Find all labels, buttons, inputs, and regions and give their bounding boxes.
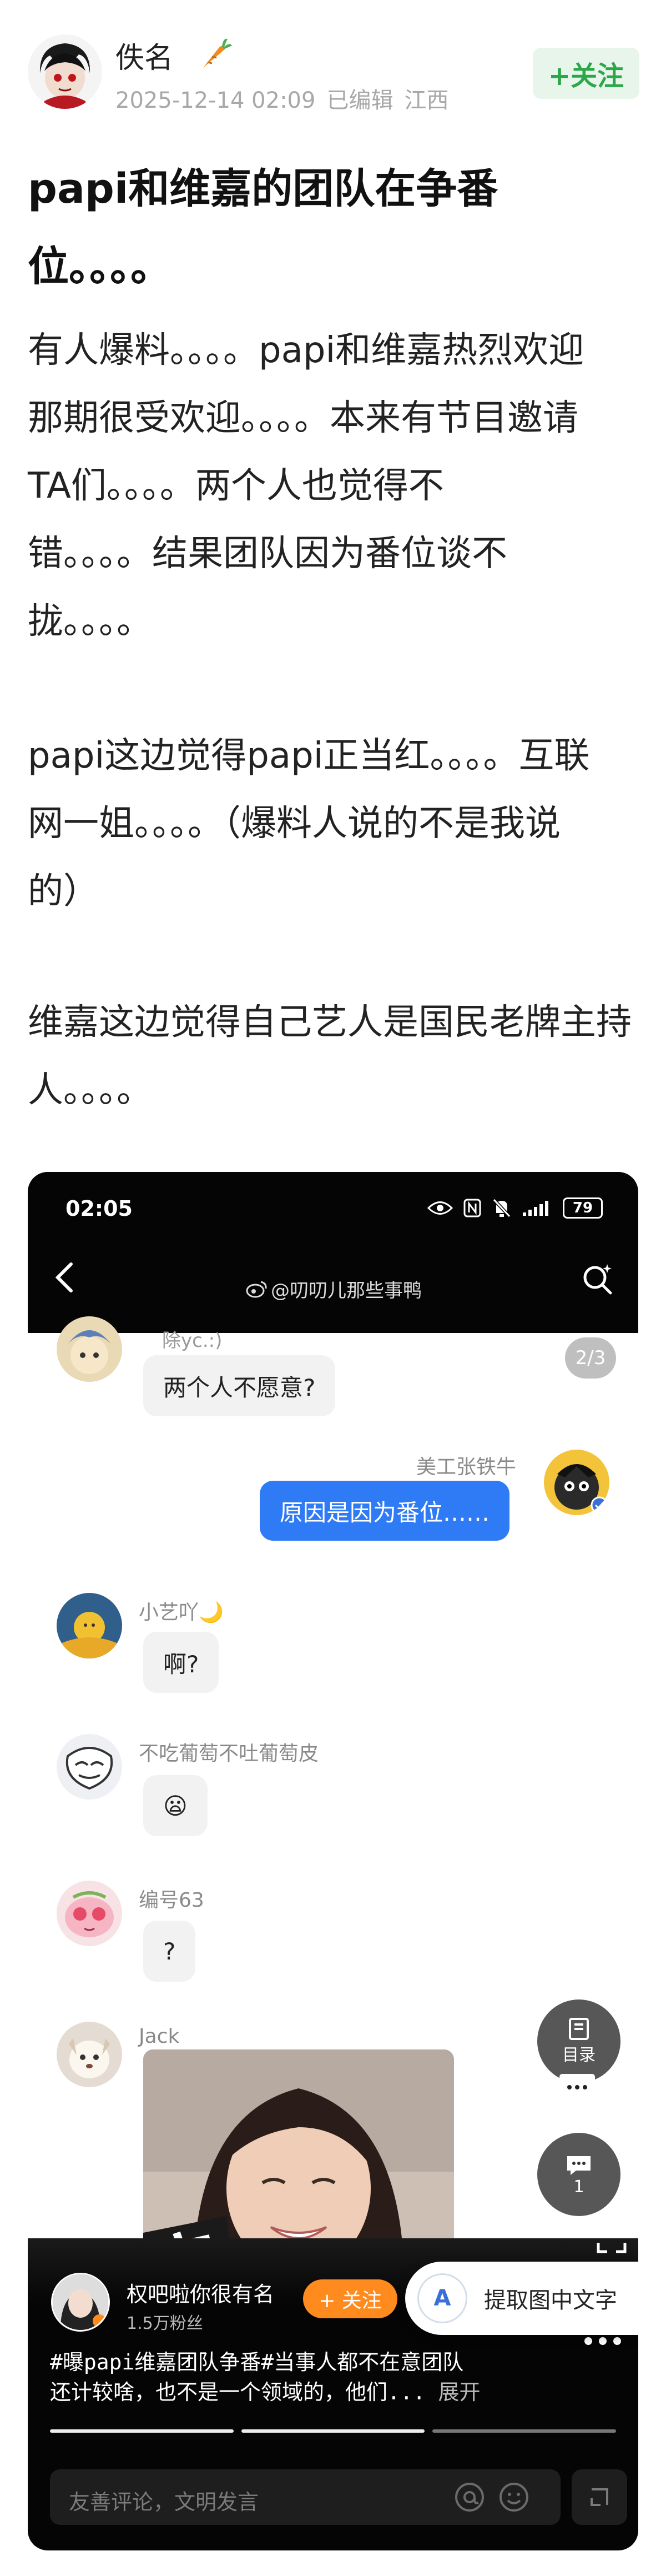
comment-input[interactable]: 友善评论，文明发言 <box>50 2469 561 2525</box>
extract-text-label: 提取图中文字 <box>484 2288 617 2313</box>
status-time: 02:05 <box>65 1196 133 1221</box>
share-button[interactable]: 1 <box>537 2133 620 2216</box>
eye-icon <box>427 1201 453 1215</box>
page-indicator: 2/3 <box>565 1337 616 1379</box>
nfc-icon <box>463 1199 481 1217</box>
caption-line: 还计较啥，也不是一个领域的，他们... <box>50 2380 426 2404</box>
catalog-icon <box>569 2018 589 2040</box>
emoji-icon[interactable] <box>497 2480 531 2514</box>
embed-top-bar: 02:05 79 @叨叨儿那些事鸭 <box>28 1172 638 1333</box>
embedded-screenshot[interactable]: 02:05 79 @叨叨儿那些事鸭 除yc.:) 2/3 两个人不愿意? 美工张… <box>28 1172 638 2550</box>
chat-avatar[interactable] <box>544 1450 609 1515</box>
uploader-follow-button[interactable]: + 关注 <box>303 2279 397 2318</box>
mute-bell-icon <box>492 1198 511 1218</box>
like-count: 227 <box>578 1972 608 1990</box>
chat-avatar[interactable] <box>57 1593 122 1658</box>
caption-line: #曝papi维嘉团队争番#当事人都不在意团队 <box>50 2350 464 2374</box>
author-name[interactable]: 佚名 <box>115 34 173 76</box>
post-title: papi和维嘉的团队在争番 位。。。。 <box>28 150 638 305</box>
body-line: 有人爆料。。。。papi和维嘉热烈欢迎 <box>28 330 584 371</box>
uploader-name[interactable]: 权吧啦你很有名 <box>127 2277 274 2308</box>
chat-bubble: 😦 <box>143 1775 208 1836</box>
watermark-text: @叨叨儿那些事鸭 <box>271 1280 422 1302</box>
signal-icon <box>523 1201 548 1216</box>
progress-segment <box>432 2429 617 2433</box>
cut-off-username: 除yc.:) <box>162 1330 223 1352</box>
body-line: TA们。。。。两个人也觉得不 <box>28 465 444 507</box>
uploader-avatar[interactable] <box>51 2273 110 2332</box>
expand-button[interactable] <box>572 2469 627 2525</box>
like-thumb-icon[interactable] <box>537 1926 587 1971</box>
body-line: 人。。。。 <box>28 1070 152 1111</box>
follow-button[interactable]: +关注 <box>533 48 639 99</box>
comment-count: 338 <box>583 2111 613 2129</box>
chat-avatar[interactable] <box>57 1734 122 1800</box>
message-icon <box>567 2156 591 2175</box>
progress-segment <box>241 2429 425 2433</box>
body-line: 那期很受欢迎。。。。本来有节目邀请 <box>28 398 578 439</box>
catalog-label: 目录 <box>562 2046 596 2065</box>
post-meta: 2025-12-14 02:09 已编辑 江西 <box>115 82 460 114</box>
chat-avatar[interactable] <box>57 2022 122 2087</box>
chat-bubble: ? <box>143 1921 196 1982</box>
video-progress[interactable] <box>50 2429 617 2433</box>
fullscreen-icon[interactable] <box>595 2222 628 2255</box>
back-arrow-icon[interactable] <box>51 1261 79 1294</box>
extract-text-button[interactable]: A 提取图中文字 <box>405 2262 638 2335</box>
chat-bubble: 两个人不愿意? <box>143 1355 336 1416</box>
search-sparkle-icon[interactable] <box>581 1262 614 1295</box>
battery-indicator: 79 <box>563 1197 603 1219</box>
chat-username: 不吃葡萄不吐葡萄皮 <box>139 1742 319 1765</box>
chat-bubble: 啊? <box>143 1632 219 1693</box>
chat-username: 编号63 <box>139 1889 204 1912</box>
author-avatar[interactable] <box>28 34 102 109</box>
progress-segment <box>50 2429 234 2433</box>
body-line: 维嘉这边觉得自己艺人是国民老牌主持 <box>28 1002 632 1043</box>
uploader-fans: 1.5万粉丝 <box>127 2314 203 2333</box>
expand-icon <box>591 2488 608 2506</box>
comment-placeholder: 友善评论，文明发言 <box>69 2490 259 2514</box>
chat-avatar[interactable] <box>57 1316 122 1382</box>
post-date: 2025-12-14 02:09 <box>115 88 316 113</box>
status-icons: 79 <box>427 1195 603 1221</box>
post-location: 江西 <box>404 88 449 113</box>
weibo-logo-icon <box>246 1281 267 1297</box>
comment-bubble-icon[interactable] <box>555 2072 599 2111</box>
edited-label: 已编辑 <box>326 88 393 113</box>
carrot-badge-icon <box>195 34 234 73</box>
post-title-line: papi和维嘉的团队在争番 <box>28 165 498 213</box>
body-line: 错。。。。结果团队因为番位谈不 <box>28 533 507 574</box>
video-caption[interactable]: #曝papi维嘉团队争番#当事人都不在意团队 还计较啥，也不是一个领域的，他们.… <box>50 2347 627 2407</box>
body-line: 网一姐。。。。（爆料人说的不是我说 <box>28 803 561 844</box>
chat-username: 美工张铁牛 <box>416 1456 517 1479</box>
share-label: 1 <box>573 2177 584 2197</box>
chat-avatar[interactable] <box>57 1881 122 1946</box>
post-title-line: 位。。。。 <box>28 243 171 290</box>
body-line: 的） <box>28 871 99 912</box>
body-line: papi这边觉得papi正当红。。。。互联 <box>28 735 590 776</box>
chat-username: Jack <box>139 2025 180 2048</box>
body-line: 拢。。。。 <box>28 601 152 642</box>
caption-expand-link[interactable]: 展开 <box>438 2380 481 2404</box>
body-paragraph-3: 维嘉这边觉得自己艺人是国民老牌主持 人。。。。 <box>28 989 644 1124</box>
chat-username: 小艺吖🌙 <box>139 1601 224 1624</box>
chat-bubble-sent: 原因是因为番位…… <box>260 1481 510 1541</box>
weibo-watermark: @叨叨儿那些事鸭 <box>245 1275 422 1302</box>
catalog-button[interactable]: 目录 <box>537 1999 620 2083</box>
post-header: 佚名 2025-12-14 02:09 已编辑 江西 +关注 <box>0 0 666 133</box>
text-recognition-icon: A <box>417 2273 467 2323</box>
body-paragraph-2: papi这边觉得papi正当红。。。。互联 网一姐。。。。（爆料人说的不是我说 … <box>28 722 644 925</box>
body-paragraph-1: 有人爆料。。。。papi和维嘉热烈欢迎 那期很受欢迎。。。。本来有节目邀请 TA… <box>28 317 644 655</box>
at-mention-icon[interactable] <box>453 2480 486 2514</box>
